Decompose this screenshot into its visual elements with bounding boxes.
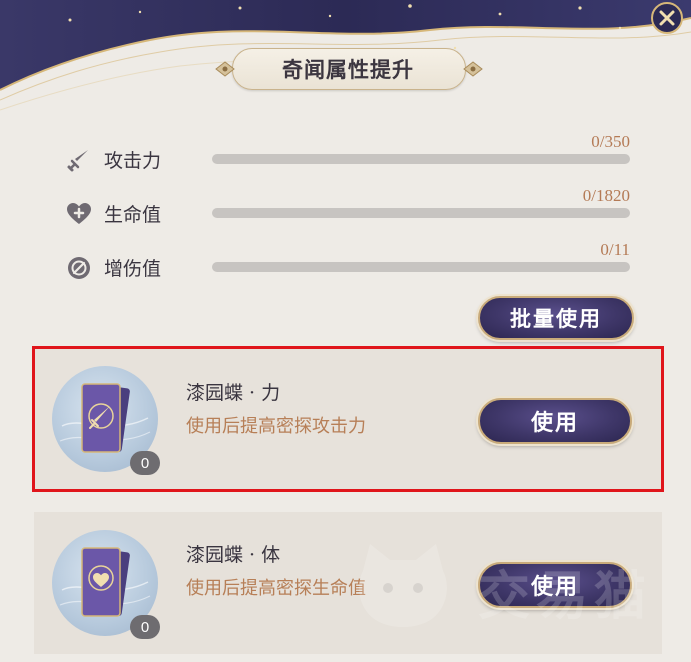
use-button[interactable]: 使用 (478, 562, 632, 608)
close-icon (651, 2, 683, 34)
panel-title-plate: 奇闻属性提升 (214, 46, 483, 92)
stat-progress-bar (212, 154, 630, 164)
item-description: 使用后提高密探攻击力 (186, 416, 366, 437)
stat-value: 0/350 (591, 132, 630, 151)
stat-progress-bar (212, 262, 630, 272)
item-count-badge: 0 (130, 451, 160, 475)
item-count-badge: 0 (130, 615, 160, 639)
stat-value: 0/11 (600, 240, 630, 259)
stat-label: 增伤值 (104, 258, 162, 280)
stat-row-damage: 增伤值 0/11 (60, 240, 630, 286)
panel-title: 奇闻属性提升 (282, 57, 414, 82)
item-card[interactable]: 0 漆园蝶 · 体 使用后提高密探生命值 使用 (34, 512, 662, 654)
item-card-selected[interactable]: 0 漆园蝶 · 力 使用后提高密探攻击力 使用 (32, 346, 664, 492)
stat-row-attack: 攻击力 0/350 (60, 132, 630, 178)
heart-icon (64, 201, 94, 227)
item-name: 漆园蝶 · 力 (186, 382, 281, 404)
close-button[interactable] (646, 0, 688, 36)
use-button[interactable]: 使用 (478, 398, 632, 444)
stat-progress-bar (212, 208, 630, 218)
stat-label: 生命值 (104, 204, 162, 226)
item-description: 使用后提高密探生命值 (186, 578, 366, 599)
damage-boost-icon (64, 255, 94, 281)
stat-value: 0/1820 (582, 186, 630, 205)
bulk-use-button[interactable]: 批量使用 (478, 296, 634, 340)
item-name: 漆园蝶 · 体 (186, 544, 281, 566)
stat-row-hp: 生命值 0/1820 (60, 186, 630, 232)
stat-label: 攻击力 (104, 150, 162, 172)
sword-icon (64, 147, 94, 173)
